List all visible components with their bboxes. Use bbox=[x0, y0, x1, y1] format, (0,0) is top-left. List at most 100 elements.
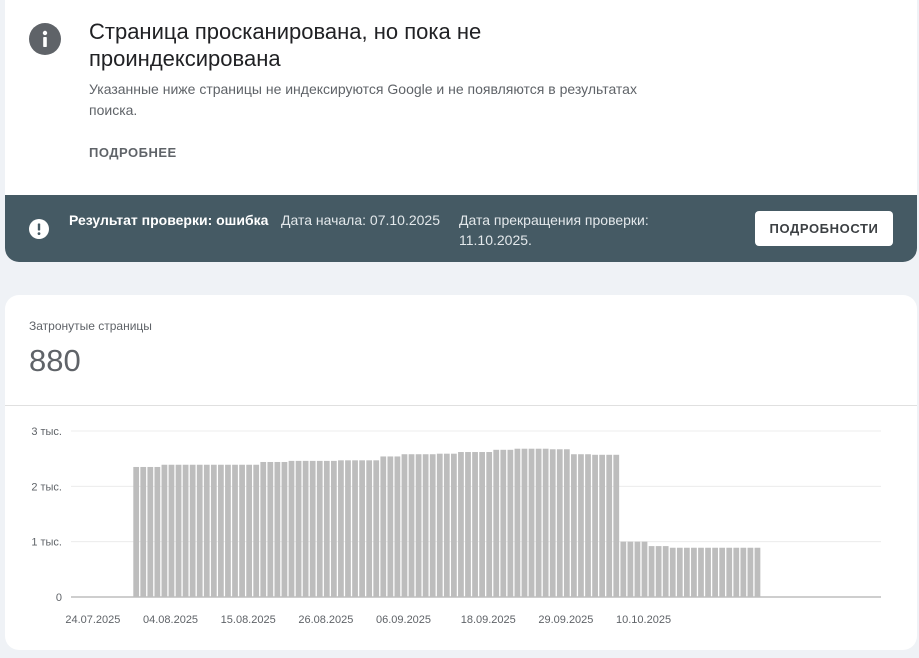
bar[interactable] bbox=[648, 546, 655, 597]
bar[interactable] bbox=[641, 541, 648, 597]
bar[interactable] bbox=[655, 546, 662, 597]
bar[interactable] bbox=[747, 547, 754, 597]
bar[interactable] bbox=[401, 454, 408, 597]
bar[interactable] bbox=[627, 541, 634, 597]
validation-start-date: Дата начала: 07.10.2025 bbox=[281, 212, 440, 228]
bar[interactable] bbox=[662, 546, 669, 597]
bar[interactable] bbox=[578, 454, 584, 597]
bar[interactable] bbox=[239, 464, 245, 597]
bar[interactable] bbox=[415, 454, 422, 597]
bar[interactable] bbox=[338, 460, 344, 597]
bar[interactable] bbox=[309, 460, 316, 597]
bar[interactable] bbox=[443, 453, 450, 597]
bar[interactable] bbox=[189, 464, 196, 597]
bar[interactable] bbox=[147, 466, 154, 597]
bar[interactable] bbox=[563, 449, 570, 597]
bar[interactable] bbox=[698, 547, 704, 597]
bar[interactable] bbox=[606, 454, 613, 597]
bar[interactable] bbox=[295, 460, 302, 597]
bar[interactable] bbox=[556, 449, 563, 597]
bar[interactable] bbox=[232, 464, 238, 597]
x-tick-label: 04.08.2025 bbox=[143, 614, 198, 626]
bar[interactable] bbox=[528, 448, 535, 597]
bar[interactable] bbox=[493, 449, 500, 597]
bar[interactable] bbox=[479, 452, 485, 597]
bar[interactable] bbox=[274, 461, 281, 597]
bar[interactable] bbox=[302, 460, 309, 597]
bar[interactable] bbox=[669, 547, 676, 597]
bar[interactable] bbox=[613, 454, 620, 597]
bar[interactable] bbox=[288, 460, 295, 597]
x-tick-label: 24.07.2025 bbox=[65, 614, 120, 626]
bar[interactable] bbox=[380, 456, 387, 597]
bar[interactable] bbox=[542, 448, 549, 597]
bar[interactable] bbox=[218, 464, 224, 597]
bar[interactable] bbox=[676, 547, 683, 597]
bar[interactable] bbox=[182, 464, 189, 597]
bar[interactable] bbox=[683, 547, 690, 597]
bar[interactable] bbox=[246, 464, 253, 597]
bar[interactable] bbox=[521, 448, 528, 597]
bar[interactable] bbox=[253, 464, 260, 597]
bar[interactable] bbox=[458, 452, 464, 597]
bar[interactable] bbox=[571, 454, 577, 597]
bar[interactable] bbox=[705, 547, 711, 597]
bar[interactable] bbox=[740, 547, 747, 597]
bar[interactable] bbox=[500, 449, 507, 597]
bar[interactable] bbox=[754, 547, 761, 597]
bar[interactable] bbox=[316, 460, 323, 597]
details-button[interactable]: ПОДРОБНОСТИ bbox=[755, 211, 893, 246]
bar[interactable] bbox=[225, 464, 231, 597]
bar[interactable] bbox=[408, 454, 415, 597]
bar[interactable] bbox=[352, 460, 358, 597]
bar[interactable] bbox=[140, 466, 147, 597]
bar[interactable] bbox=[161, 464, 168, 597]
bar[interactable] bbox=[436, 453, 443, 597]
bar[interactable] bbox=[451, 453, 457, 597]
bar[interactable] bbox=[599, 454, 606, 597]
bar[interactable] bbox=[549, 449, 556, 597]
alert-icon bbox=[29, 219, 49, 239]
bar[interactable] bbox=[465, 452, 471, 597]
bar[interactable] bbox=[691, 547, 697, 597]
bar[interactable] bbox=[507, 449, 514, 597]
bar[interactable] bbox=[281, 461, 288, 597]
bar[interactable] bbox=[472, 452, 478, 597]
bar[interactable] bbox=[366, 460, 373, 597]
bar[interactable] bbox=[196, 464, 203, 597]
info-icon bbox=[29, 23, 61, 55]
bar[interactable] bbox=[175, 464, 182, 597]
bar[interactable] bbox=[345, 460, 351, 597]
bar[interactable] bbox=[486, 452, 493, 597]
bar[interactable] bbox=[203, 464, 210, 597]
bar[interactable] bbox=[210, 464, 217, 597]
bar[interactable] bbox=[620, 541, 627, 597]
bar[interactable] bbox=[373, 460, 380, 597]
bar[interactable] bbox=[323, 460, 330, 597]
validation-result: Результат проверки: ошибка bbox=[69, 212, 269, 228]
bar[interactable] bbox=[359, 460, 365, 597]
bar[interactable] bbox=[387, 456, 394, 597]
validation-status-bar: Результат проверки: ошибка Дата начала: … bbox=[5, 195, 917, 262]
x-tick-label: 18.09.2025 bbox=[461, 614, 516, 626]
bar[interactable] bbox=[422, 454, 429, 597]
bar[interactable] bbox=[260, 461, 267, 597]
learn-more-link[interactable]: ПОДРОБНЕЕ bbox=[89, 145, 177, 160]
bar[interactable] bbox=[514, 448, 521, 597]
bar[interactable] bbox=[592, 454, 598, 597]
bar[interactable] bbox=[733, 547, 740, 597]
bar[interactable] bbox=[394, 456, 401, 597]
bar[interactable] bbox=[330, 460, 337, 597]
bar[interactable] bbox=[535, 448, 542, 597]
bar[interactable] bbox=[168, 464, 175, 597]
bar[interactable] bbox=[154, 466, 161, 597]
bar[interactable] bbox=[634, 541, 641, 597]
bar[interactable] bbox=[133, 466, 140, 597]
y-tick-label: 3 тыс. bbox=[31, 426, 62, 438]
bar[interactable] bbox=[267, 461, 274, 597]
bar[interactable] bbox=[429, 454, 436, 597]
bar[interactable] bbox=[726, 547, 733, 597]
bar[interactable] bbox=[712, 547, 718, 597]
bar[interactable] bbox=[719, 547, 726, 597]
bar[interactable] bbox=[585, 454, 591, 597]
